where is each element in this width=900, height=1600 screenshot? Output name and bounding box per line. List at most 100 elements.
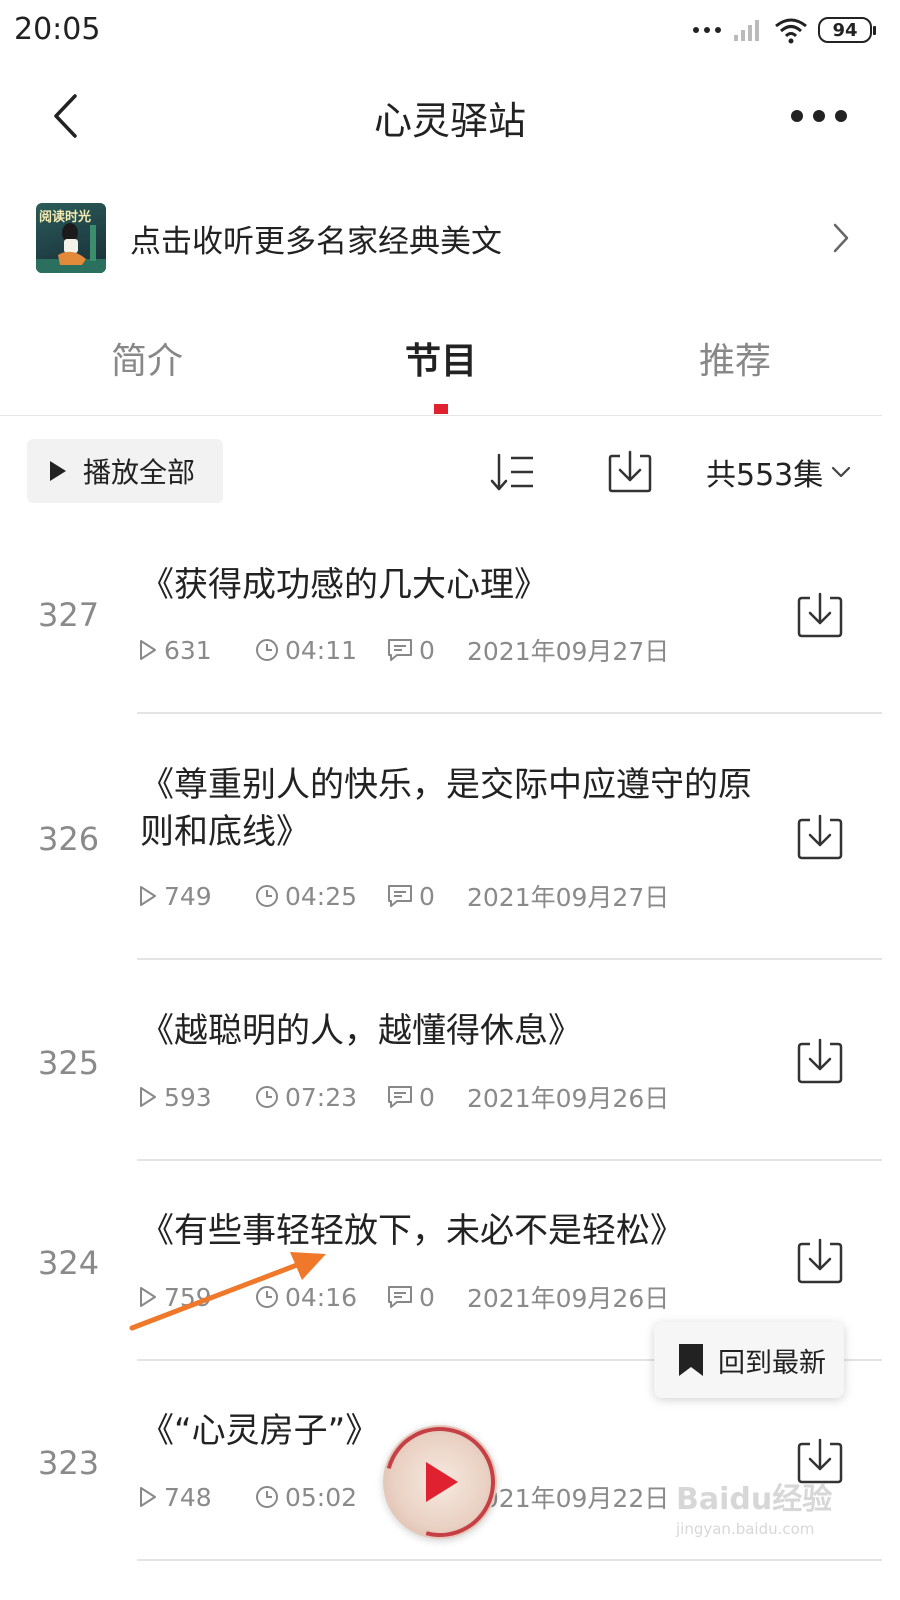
comment-icon [388,1086,412,1108]
comment-count: 0 [387,1083,467,1112]
episode-divider [137,958,882,960]
duration: 04:25 [255,882,387,911]
duration-value: 04:25 [285,881,358,911]
nav-bar: 心灵驿站 [0,70,900,160]
mini-player-progress-ring [383,1425,497,1539]
chevron-right-icon [833,223,849,253]
play-count-value: 749 [164,881,212,911]
publish-date: 2021年09月27日 [467,637,670,666]
play-all-label: 播放全部 [83,456,196,489]
back-to-latest-button[interactable]: 回到最新 [654,1322,844,1398]
play-count-value: 593 [164,1082,212,1112]
duration-value: 07:23 [285,1082,358,1112]
comment-count: 0 [387,882,467,911]
status-time: 20:05 [14,12,101,47]
mini-player-button[interactable] [383,1425,497,1539]
play-count: 749 [138,882,255,911]
comment-icon [388,1286,412,1308]
episode-download-button[interactable] [795,812,845,862]
duration-value: 04:16 [285,1282,358,1312]
banner-thumbnail: 阅读时光 [36,203,106,273]
episode-meta: 759 04:16 0 2021年09月26日 [138,1280,669,1314]
play-icon [50,461,66,481]
tab-recommend[interactable]: 推荐 [625,332,845,384]
play-count-value: 759 [164,1282,212,1312]
watermark-main: Baidu经验 [676,1482,833,1517]
episode-download-button[interactable] [795,1036,845,1086]
promo-banner[interactable]: 阅读时光 点击收听更多名家经典美文 [36,202,856,274]
play-count: 631 [138,636,255,665]
play-count: 593 [138,1083,255,1112]
comment-icon [388,885,412,907]
page-title: 心灵驿站 [373,99,526,143]
publish-date: 2021年09月22日 [467,1484,670,1513]
signal-icon [734,20,759,41]
duration: 04:16 [255,1283,387,1312]
more-button[interactable] [784,88,854,144]
download-icon [797,592,843,638]
clock-icon [256,639,278,661]
watermark-sub: jingyan.baidu.com [676,1520,815,1538]
episode-number: 326 [38,820,100,858]
play-count-icon [140,886,156,906]
episode-divider [137,1159,882,1161]
play-count-value: 631 [164,635,212,665]
episode-count-label: 共553集 [706,458,824,493]
download-all-button[interactable] [604,446,656,498]
publish-date: 2021年09月26日 [467,1284,670,1313]
battery-icon: 94 [818,17,876,43]
comment-count: 0 [387,636,467,665]
clock-icon [256,1086,278,1108]
play-count-value: 748 [164,1482,212,1512]
play-count-icon [140,1287,156,1307]
baidu-watermark: Baidu经验 jingyan.baidu.com [676,1474,836,1554]
clock-icon [256,1486,278,1508]
episode-divider [137,712,882,714]
play-all-button[interactable]: 播放全部 [27,439,223,503]
play-count-icon [140,640,156,660]
duration: 05:02 [255,1483,387,1512]
comment-count-value: 0 [419,1282,435,1312]
comment-icon [388,639,412,661]
episode-title: 《获得成功感的几大心理》 [140,565,548,605]
episode-count-dropdown[interactable]: 共553集 [706,450,851,494]
episode-meta: 593 07:23 0 2021年09月26日 [138,1080,669,1114]
episode-download-button[interactable] [795,1236,845,1286]
more-dots-status-icon [693,27,721,33]
download-icon [608,450,652,493]
comment-count-value: 0 [419,881,435,911]
download-icon [797,1238,843,1284]
play-count-icon [140,1487,156,1507]
episode-number: 324 [38,1244,100,1282]
tab-intro[interactable]: 简介 [37,332,257,384]
sort-button[interactable] [486,446,538,498]
play-count: 748 [138,1483,255,1512]
episode-title: 《尊重别人的快乐，是交际中应遵守的原则和底线》 [140,765,752,852]
sort-icon [490,453,533,491]
back-to-latest-label: 回到最新 [718,1347,826,1379]
episode-number: 325 [38,1044,100,1082]
episode-download-button[interactable] [795,590,845,640]
episode-number: 327 [38,596,100,634]
play-count-icon [140,1087,156,1107]
comment-count: 0 [387,1283,467,1312]
tab-bar: 简介 节目 推荐 [0,320,882,416]
publish-date: 2021年09月27日 [467,883,670,912]
banner-text: 点击收听更多名家经典美文 [130,223,502,260]
comment-count-value: 0 [419,1082,435,1112]
reading-girl-illustration [36,223,106,273]
episode-title: 《有些事轻轻放下，未必不是轻松》 [140,1211,684,1251]
publish-date: 2021年09月26日 [467,1084,670,1113]
episode-divider [137,1559,882,1561]
duration-value: 04:11 [285,635,358,665]
clock-icon [256,885,278,907]
tab-programs[interactable]: 节目 [331,332,551,384]
clock-icon [256,1286,278,1308]
download-icon [797,814,843,860]
duration-value: 05:02 [285,1482,358,1512]
list-toolbar: 播放全部 共553集 [0,436,900,506]
bookmark-icon [679,1344,703,1376]
banner-chevron [826,218,856,258]
episode-title: 《越聪明的人，越懂得休息》 [140,1011,582,1051]
duration: 07:23 [255,1083,387,1112]
